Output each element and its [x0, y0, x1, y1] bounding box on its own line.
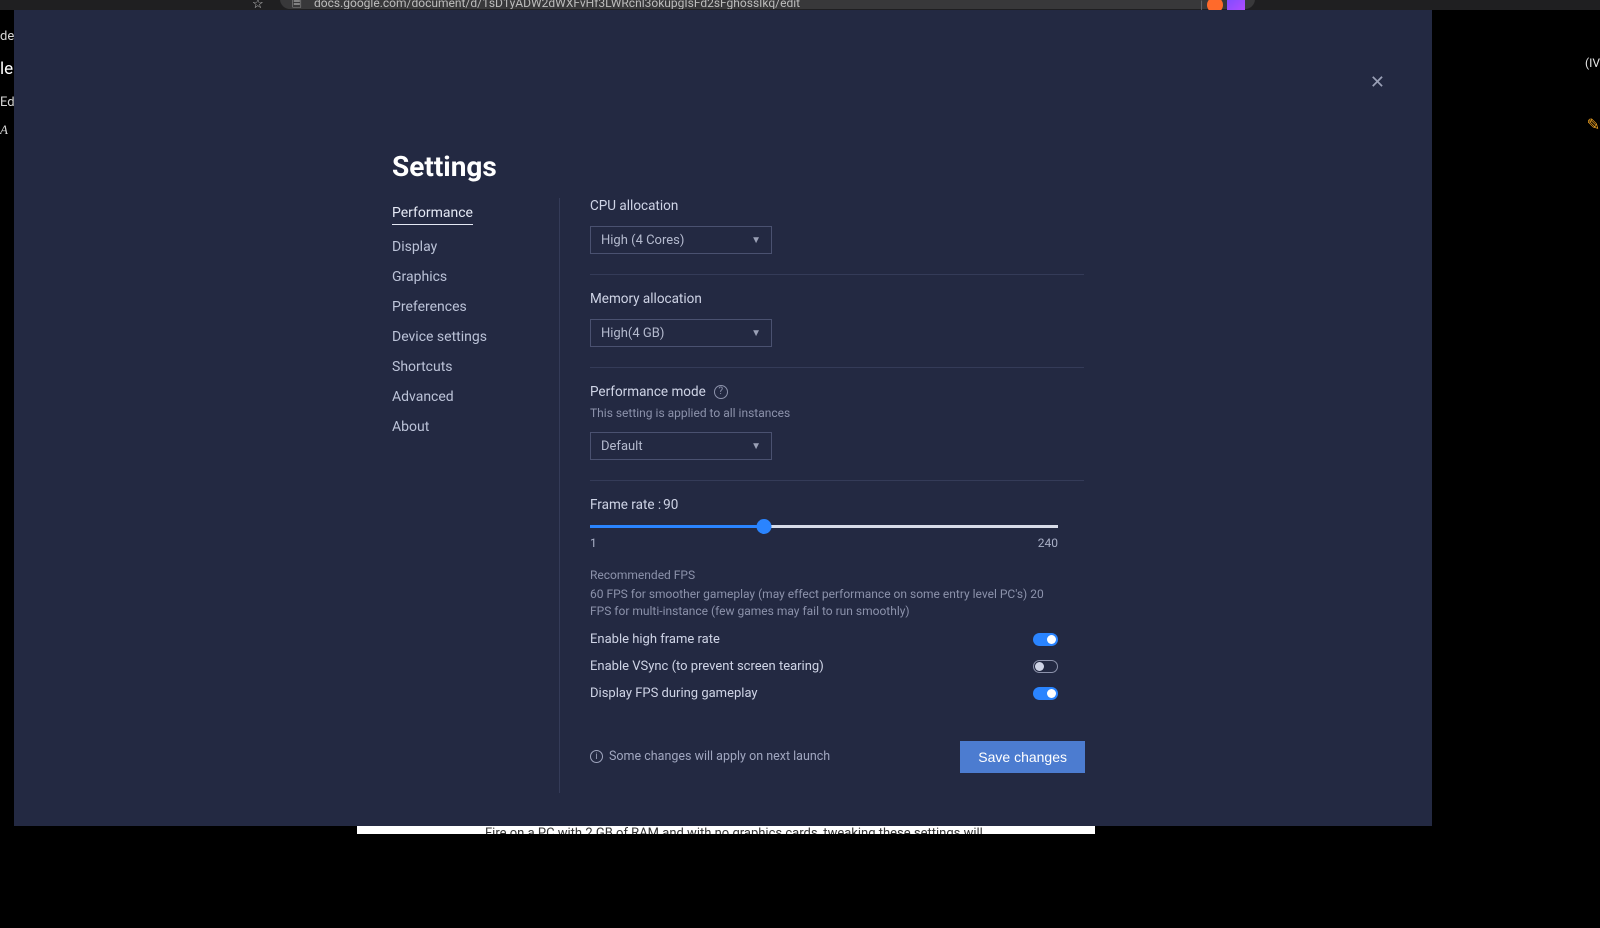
- slider-fill: [590, 525, 764, 528]
- footer: i Some changes will apply on next launch…: [590, 741, 1085, 773]
- slider-min: 1: [590, 536, 597, 550]
- cpu-label: CPU allocation: [590, 198, 1084, 214]
- recommended-fps-title: Recommended FPS: [590, 568, 1084, 582]
- toggle-high-frame-label: Enable high frame rate: [590, 632, 720, 647]
- perfmode-sublabel: This setting is applied to all instances: [590, 406, 1084, 420]
- perfmode-select[interactable]: Default ▼: [590, 432, 772, 460]
- perfmode-select-value: Default: [601, 439, 643, 454]
- pencil-icon[interactable]: ✎: [1587, 115, 1600, 134]
- page-title: Settings: [392, 150, 497, 183]
- toggle-vsync-row: Enable VSync (to prevent screen tearing): [590, 659, 1058, 674]
- perfmode-label: Performance mode ?: [590, 384, 1084, 400]
- nav-display[interactable]: Display: [392, 239, 487, 255]
- url-text: docs.google.com/document/d/1sD1yADW2dWXF…: [314, 0, 800, 9]
- toggle-vsync[interactable]: [1033, 660, 1058, 673]
- url-bar[interactable]: 🗎 docs.google.com/document/d/1sD1yADW2dW…: [280, 0, 1255, 9]
- settings-modal: ✕ Settings Performance Display Graphics …: [14, 10, 1432, 826]
- memory-label: Memory allocation: [590, 291, 1084, 307]
- cpu-select-value: High (4 Cores): [601, 233, 684, 248]
- chevron-down-icon: ▼: [751, 328, 761, 339]
- slider-range-labels: 1 240: [590, 536, 1058, 550]
- slider-max: 240: [1038, 536, 1058, 550]
- toggle-high-frame[interactable]: [1033, 633, 1058, 646]
- settings-panel: CPU allocation High (4 Cores) ▼ Memory a…: [559, 198, 1084, 793]
- save-button[interactable]: Save changes: [960, 741, 1085, 773]
- cpu-section: CPU allocation High (4 Cores) ▼: [590, 198, 1084, 275]
- slider-thumb[interactable]: [757, 519, 772, 534]
- nav-shortcuts[interactable]: Shortcuts: [392, 359, 487, 375]
- nav-advanced[interactable]: Advanced: [392, 389, 487, 405]
- toggle-high-frame-row: Enable high frame rate: [590, 632, 1058, 647]
- toggle-vsync-label: Enable VSync (to prevent screen tearing): [590, 659, 824, 674]
- close-icon[interactable]: ✕: [1370, 72, 1385, 93]
- framerate-section: Frame rate : 90 1 240 Recommended FPS 60…: [590, 481, 1084, 793]
- memory-select-value: High(4 GB): [601, 326, 664, 341]
- background-doc-snippet: Fire on a PC with 2 GB of RAM and with n…: [357, 826, 1095, 834]
- nav-about[interactable]: About: [392, 419, 487, 435]
- nav-preferences[interactable]: Preferences: [392, 299, 487, 315]
- framerate-label: Frame rate : 90: [590, 497, 1084, 513]
- right-cut-remnant: (IV: [1585, 56, 1600, 70]
- perfmode-section: Performance mode ? This setting is appli…: [590, 368, 1084, 481]
- info-note: i Some changes will apply on next launch: [590, 749, 830, 764]
- left-cut-remnants: de le Edi A: [0, 22, 14, 144]
- slider-track[interactable]: [590, 525, 1058, 528]
- browser-chrome: ☆ 🗎 docs.google.com/document/d/1sD1yADW2…: [0, 0, 1600, 10]
- nav-graphics[interactable]: Graphics: [392, 269, 487, 285]
- framerate-slider[interactable]: 1 240: [590, 525, 1084, 550]
- memory-select[interactable]: High(4 GB) ▼: [590, 319, 772, 347]
- help-icon[interactable]: ?: [714, 385, 728, 399]
- toggle-fps-label: Display FPS during gameplay: [590, 686, 758, 701]
- chevron-down-icon: ▼: [751, 441, 761, 452]
- info-icon: i: [590, 750, 603, 763]
- cpu-select[interactable]: High (4 Cores) ▼: [590, 226, 772, 254]
- nav-performance[interactable]: Performance: [392, 205, 473, 225]
- settings-nav: Performance Display Graphics Preferences…: [392, 205, 487, 435]
- memory-section: Memory allocation High(4 GB) ▼: [590, 275, 1084, 368]
- nav-device-settings[interactable]: Device settings: [392, 329, 487, 345]
- chevron-down-icon: ▼: [751, 235, 761, 246]
- site-info-icon[interactable]: 🗎: [292, 0, 302, 9]
- toggle-fps-row: Display FPS during gameplay: [590, 686, 1058, 701]
- toggle-display-fps[interactable]: [1033, 687, 1058, 700]
- recommended-fps-body: 60 FPS for smoother gameplay (may effect…: [590, 586, 1058, 620]
